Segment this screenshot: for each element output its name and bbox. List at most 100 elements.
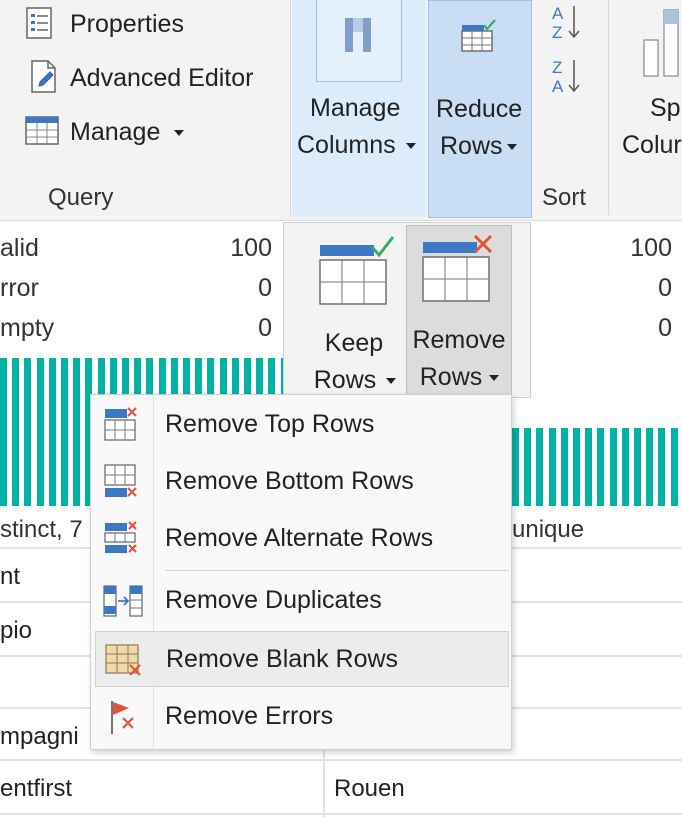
distribution-bar bbox=[524, 428, 532, 506]
error-value-right: 0 bbox=[658, 274, 672, 302]
keep-rows-button[interactable]: Keep Rows bbox=[304, 227, 404, 395]
row-divider bbox=[0, 813, 682, 815]
distribution-bar bbox=[61, 358, 68, 506]
svg-text:A: A bbox=[552, 77, 564, 96]
group-divider bbox=[608, 0, 609, 215]
menu-separator bbox=[165, 570, 509, 571]
reduce-rows-button[interactable]: Reduce Rows bbox=[428, 0, 532, 218]
distribution-bar bbox=[36, 358, 44, 506]
sort-ascending-button[interactable]: A Z bbox=[546, 2, 586, 42]
split-column-button[interactable]: Sp Colur bbox=[614, 0, 682, 217]
advanced-editor-label: Advanced Editor bbox=[70, 64, 254, 92]
split-column-label-line1: Sp bbox=[650, 94, 681, 122]
unique-caption-right: unique bbox=[512, 516, 585, 543]
distinct-caption-left: stinct, 7 bbox=[0, 516, 83, 543]
menu-item-label: Remove Duplicates bbox=[165, 586, 382, 614]
distribution-bar bbox=[48, 358, 56, 506]
empty-value-right: 0 bbox=[658, 314, 672, 342]
remove-rows-label-line2: Rows bbox=[419, 363, 483, 391]
reduce-rows-label-line2: Rows bbox=[440, 132, 503, 160]
sort-descending-icon: Z A bbox=[552, 58, 580, 96]
reduce-rows-gallery: Keep Rows Remove Rows bbox=[283, 222, 531, 398]
distribution-bar bbox=[634, 428, 641, 506]
menu-item-remove-duplicates[interactable]: Remove Duplicates bbox=[91, 573, 511, 627]
table-cell: nt bbox=[0, 563, 21, 590]
keep-rows-label-line2: Rows bbox=[313, 366, 377, 394]
remove-rows-menu: Remove Top Rows Remove Bottom Rows Remov… bbox=[90, 394, 512, 750]
table-cell: mpagni bbox=[0, 723, 79, 750]
valid-value: 100 bbox=[230, 234, 272, 262]
menu-item-label: Remove Alternate Rows bbox=[165, 524, 434, 552]
distribution-chart-right bbox=[512, 428, 682, 506]
manage-label: Manage bbox=[70, 118, 161, 146]
manage-icon bbox=[25, 116, 59, 145]
svg-text:Z: Z bbox=[552, 58, 562, 77]
split-column-icon bbox=[643, 9, 679, 77]
sort-descending-button[interactable]: Z A bbox=[546, 56, 586, 96]
remove-duplicates-icon bbox=[103, 585, 143, 617]
manage-columns-icon bbox=[345, 18, 371, 52]
keep-rows-label-line1: Keep bbox=[324, 329, 384, 357]
table-cell: pio bbox=[0, 617, 33, 644]
manage-columns-button[interactable]: Manage Columns bbox=[292, 0, 426, 217]
error-value: 0 bbox=[258, 274, 272, 302]
table-cell: entfirst bbox=[0, 775, 73, 802]
distribution-bar bbox=[597, 428, 605, 506]
manage-button[interactable]: Manage bbox=[24, 112, 194, 152]
error-label: rror bbox=[0, 274, 39, 302]
remove-bottom-rows-icon bbox=[104, 464, 137, 497]
distribution-bar bbox=[573, 428, 580, 506]
remove-top-rows-icon bbox=[104, 407, 137, 441]
menu-item-label: Remove Errors bbox=[165, 702, 334, 730]
distribution-bar bbox=[646, 428, 654, 506]
distribution-bar bbox=[670, 428, 678, 506]
chevron-down-icon bbox=[386, 378, 396, 384]
menu-item-remove-top-rows[interactable]: Remove Top Rows bbox=[91, 397, 511, 451]
menu-item-remove-errors[interactable]: Remove Errors bbox=[91, 689, 511, 743]
manage-columns-icon-frame bbox=[316, 0, 402, 82]
svg-text:A: A bbox=[552, 4, 564, 23]
table-cell: Rouen bbox=[334, 775, 405, 802]
properties-label: Properties bbox=[70, 10, 184, 38]
distribution-bar bbox=[609, 428, 617, 506]
manage-columns-label-line1: Manage bbox=[310, 94, 401, 122]
empty-label: mpty bbox=[0, 314, 55, 342]
ribbon: Properties Advanced Editor Manage Query bbox=[0, 0, 682, 221]
valid-label: alid bbox=[0, 234, 39, 262]
valid-value-right: 100 bbox=[630, 234, 672, 262]
remove-rows-button[interactable]: Remove Rows bbox=[406, 225, 512, 395]
properties-button[interactable]: Properties bbox=[24, 4, 284, 44]
chevron-down-icon bbox=[489, 375, 499, 381]
empty-value: 0 bbox=[258, 314, 272, 342]
svg-text:Z: Z bbox=[552, 23, 562, 42]
keep-rows-icon bbox=[319, 236, 395, 305]
query-group-label: Query bbox=[48, 184, 114, 211]
menu-item-label: Remove Bottom Rows bbox=[165, 467, 414, 495]
distribution-bar bbox=[12, 358, 20, 506]
distribution-bar bbox=[512, 428, 519, 506]
menu-item-remove-bottom-rows[interactable]: Remove Bottom Rows bbox=[91, 454, 511, 508]
menu-item-label: Remove Blank Rows bbox=[166, 645, 399, 673]
distribution-bar bbox=[560, 428, 568, 506]
menu-item-remove-alternate-rows[interactable]: Remove Alternate Rows bbox=[91, 511, 511, 565]
remove-errors-icon bbox=[111, 701, 134, 734]
reduce-rows-icon bbox=[461, 19, 496, 52]
remove-rows-icon bbox=[422, 234, 493, 302]
chevron-down-icon bbox=[174, 130, 184, 136]
menu-item-remove-blank-rows[interactable]: Remove Blank Rows bbox=[95, 631, 509, 687]
distribution-bar bbox=[548, 428, 556, 506]
sort-ascending-icon: A Z bbox=[552, 4, 580, 42]
chevron-down-icon bbox=[507, 144, 517, 150]
reduce-rows-label-line1: Reduce bbox=[436, 95, 523, 123]
properties-icon bbox=[26, 7, 52, 39]
sort-group-label: Sort bbox=[542, 184, 587, 211]
distribution-bar bbox=[0, 358, 7, 506]
advanced-editor-button[interactable]: Advanced Editor bbox=[24, 58, 284, 98]
group-divider bbox=[290, 0, 291, 215]
distribution-bar bbox=[73, 358, 81, 506]
overflow-caret bbox=[0, 79, 6, 85]
manage-columns-label-line2: Columns bbox=[297, 131, 396, 159]
remove-rows-label-line1: Remove bbox=[412, 326, 506, 354]
distribution-bar bbox=[621, 428, 629, 506]
chevron-down-icon bbox=[406, 143, 416, 149]
